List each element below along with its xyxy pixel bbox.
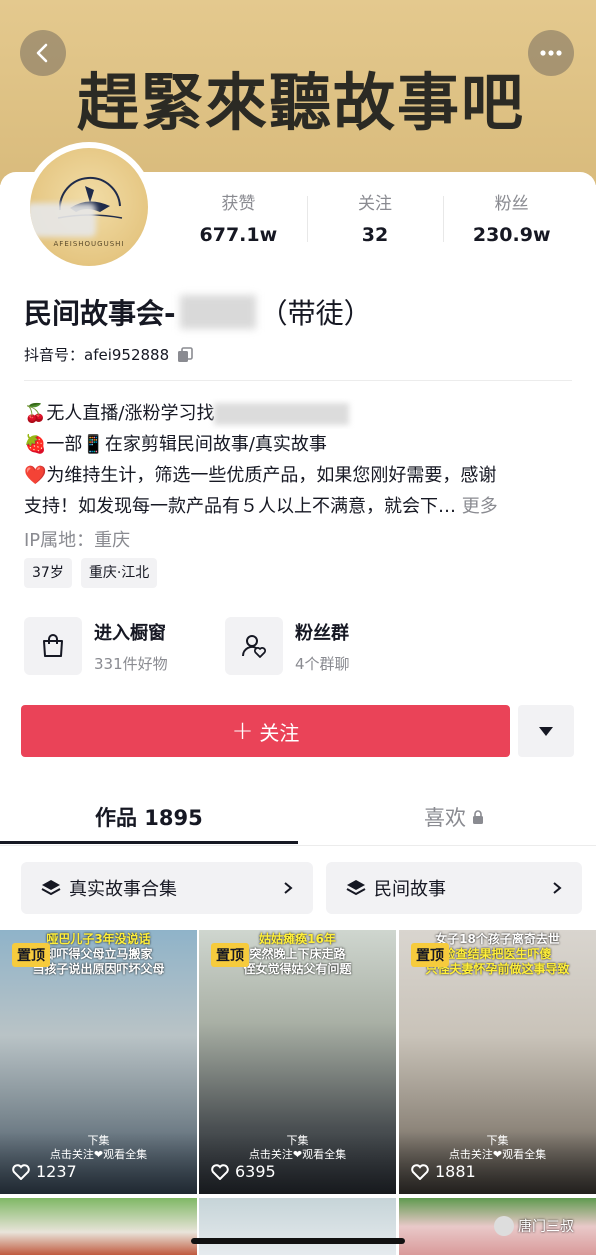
profile-tags: 37岁 重庆·江北 — [24, 558, 158, 588]
video-thumbnail[interactable] — [0, 1198, 197, 1255]
video-caption-bottom: 下集 点击关注❤观看全集 — [0, 1134, 197, 1162]
lock-icon — [473, 810, 483, 824]
caption-line: 点击关注❤观看全集 — [49, 1148, 148, 1161]
tab-likes-label: 喜欢 — [424, 806, 466, 830]
tab-likes[interactable]: 喜欢 — [424, 802, 484, 832]
location-tag: 重庆·江北 — [80, 558, 158, 588]
chevron-right-icon — [284, 882, 293, 894]
copy-icon[interactable] — [177, 346, 193, 363]
heart-icon — [12, 1163, 30, 1180]
profile-name-suffix: （带徒） — [259, 297, 372, 330]
pinned-badge: 置顶 — [411, 943, 449, 967]
stat-following[interactable]: 关注 32 — [306, 192, 444, 256]
follow-button[interactable]: + 关注 — [21, 705, 510, 757]
content-tabs: 作品 1895 喜欢 — [0, 790, 596, 846]
caption-line: 点击关注❤观看全集 — [448, 1148, 547, 1161]
fan-group-entry[interactable]: 粉丝群 4个群聊 — [225, 617, 350, 675]
tab-works[interactable]: 作品 1895 — [95, 802, 203, 832]
bio-line: 🍓一部📱在家剪辑民间故事/真实故事 — [24, 434, 327, 455]
watermark: 唐门三叔 — [494, 1216, 574, 1236]
pinned-badge: 置顶 — [12, 943, 50, 967]
avatar-caption: AFEISHOUGUSHI — [53, 240, 125, 248]
recommend-dropdown-button[interactable] — [518, 705, 574, 757]
bio-more-link[interactable]: 更多 — [462, 496, 498, 517]
bio-redaction — [214, 403, 350, 425]
caption-line: 下集 — [486, 1134, 509, 1147]
like-count-value: 1237 — [36, 1162, 77, 1181]
douyin-id-value: afei952888 — [84, 345, 170, 364]
shopping-bag-icon — [24, 617, 82, 675]
stat-value: 677.1w — [199, 224, 278, 246]
collection-label: 真实故事合集 — [69, 879, 177, 900]
avatar-mask — [30, 203, 96, 237]
back-button[interactable] — [20, 30, 66, 76]
like-count-value: 6395 — [235, 1162, 276, 1181]
shop-window-title: 进入橱窗 — [94, 622, 166, 644]
fan-group-title: 粉丝群 — [295, 622, 349, 644]
collection-label: 民间故事 — [374, 879, 446, 900]
layers-icon — [41, 880, 61, 896]
stat-label: 获赞 — [221, 194, 256, 214]
bio-line: ❤️为维持生计，筛选一些优质产品，如果您刚好需要，感谢 — [24, 465, 497, 486]
stat-label: 关注 — [358, 194, 392, 214]
stat-followers[interactable]: 粉丝 230.9w — [443, 192, 580, 256]
active-tab-indicator — [0, 841, 298, 844]
heart-icon — [211, 1163, 229, 1180]
bio-line: 支持！如发现每一款产品有５人以上不满意，就会下… 更多 — [24, 491, 576, 522]
video-caption-bottom: 下集 点击关注❤观看全集 — [199, 1134, 396, 1162]
bio-text: 支持！如发现每一款产品有５人以上不满意，就会下… — [24, 496, 456, 517]
video-caption-bottom: 下集 点击关注❤观看全集 — [399, 1134, 596, 1162]
caption-line: 点击关注❤观看全集 — [248, 1148, 347, 1161]
like-count-value: 1881 — [435, 1162, 476, 1181]
profile-name: 民间故事会- （带徒） — [24, 292, 372, 332]
video-thumbnail[interactable]: 姑姑瘫痪16年 突然晚上下床走路 侄女觉得姑父有问题 置顶 下集 点击关注❤观看… — [199, 930, 396, 1194]
more-options-button[interactable] — [528, 30, 574, 76]
stat-value: 230.9w — [472, 224, 551, 246]
like-count: 6395 — [211, 1162, 276, 1181]
collection-true-stories[interactable]: 真实故事合集 — [21, 862, 313, 914]
douyin-id-label: 抖音号： — [24, 346, 85, 364]
profile-name-prefix: 民间故事会- — [24, 297, 176, 330]
more-dots-icon — [540, 50, 562, 56]
shop-window-entry[interactable]: 进入橱窗 331件好物 — [24, 617, 168, 675]
name-redaction — [179, 295, 256, 329]
like-count: 1237 — [12, 1162, 77, 1181]
divider — [24, 380, 572, 381]
layers-icon — [346, 880, 366, 896]
video-thumbnail[interactable]: 女子18个孩子离奇去世 检查结果把医生吓傻 只怪夫妻怀孕前做这事导致 置顶 下集… — [399, 930, 596, 1194]
profile-stats: 获赞 677.1w 关注 32 粉丝 230.9w — [170, 192, 580, 256]
heart-icon — [411, 1163, 429, 1180]
fan-group-icon — [225, 617, 283, 675]
plus-icon: + — [231, 716, 254, 746]
shop-window-count: 331件好物 — [94, 654, 168, 673]
avatar[interactable]: AFEISHOUGUSHI — [24, 142, 154, 272]
chevron-left-icon — [36, 43, 48, 63]
age-tag: 37岁 — [24, 558, 72, 588]
home-indicator[interactable] — [191, 1238, 405, 1244]
stat-likes[interactable]: 获赞 677.1w — [170, 192, 307, 256]
watermark-text: 唐门三叔 — [518, 1219, 574, 1235]
follow-label: 关注 — [259, 720, 300, 745]
stat-label: 粉丝 — [494, 194, 529, 214]
ip-location: IP属地：重庆 — [24, 530, 131, 551]
chevron-right-icon — [553, 882, 562, 894]
pinned-badge: 置顶 — [211, 943, 249, 967]
triangle-down-icon — [539, 726, 553, 736]
profile-bio[interactable]: 🍒无人直播/涨粉学习找 🍓一部📱在家剪辑民间故事/真实故事 ❤️为维持生计，筛选… — [24, 398, 576, 522]
caption-line: 下集 — [286, 1134, 309, 1147]
avatar-image: AFEISHOUGUSHI — [30, 148, 148, 266]
caption-line: 下集 — [87, 1134, 110, 1147]
bio-line: 🍒无人直播/涨粉学习找 — [24, 398, 576, 429]
wechat-icon — [494, 1216, 514, 1236]
collection-folk-stories[interactable]: 民间故事 — [326, 862, 582, 914]
video-thumbnail[interactable]: 哑巴儿子3年没说话 却吓得父母立马搬家 当孩子说出原因吓坏父母 置顶 下集 点击… — [0, 930, 197, 1194]
banner-title: 趕緊來聽故事吧 — [76, 66, 525, 139]
fan-group-count: 4个群聊 — [295, 654, 350, 673]
douyin-id: 抖音号： afei952888 — [24, 344, 193, 365]
bio-text: 🍒无人直播/涨粉学习找 — [24, 403, 215, 424]
like-count: 1881 — [411, 1162, 476, 1181]
video-thumbnail[interactable] — [199, 1198, 396, 1255]
stat-value: 32 — [361, 224, 389, 246]
